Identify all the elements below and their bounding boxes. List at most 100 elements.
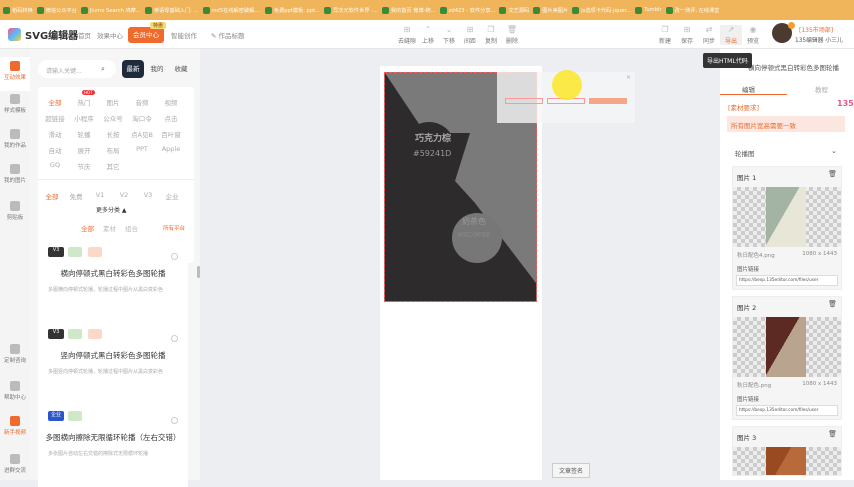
image-url-input[interactable]: https://bexp.135editor.com/files/user (736, 405, 838, 416)
app-logo[interactable]: SVG编辑器 (8, 27, 78, 42)
bookmark[interactable]: 微信公众平台 (36, 6, 77, 14)
tool-right-1[interactable]: ⊞ 保存 (676, 25, 698, 45)
platform-select[interactable]: 所有平台 (163, 224, 185, 232)
tab-favorites[interactable]: 收藏 (170, 60, 192, 78)
bookmark[interactable]: js选项卡代码-jquer... (572, 6, 631, 14)
category-16[interactable]: 展开 (69, 145, 99, 155)
nav-effects[interactable]: 效果中心 (97, 30, 123, 40)
sidebar-item-8[interactable]: 进群交流 (0, 454, 30, 474)
category-0[interactable]: 全部 (40, 97, 70, 107)
bookmark[interactable]: 图片美图片 (533, 6, 568, 14)
bookmark[interactable]: 免费ppt模板, ppt... (264, 6, 320, 14)
sidebar-item-3[interactable]: 我的图片 (0, 164, 30, 184)
category-12[interactable]: 长按 (98, 129, 128, 139)
category-18[interactable]: PPT (127, 145, 157, 153)
info-icon[interactable] (171, 335, 178, 342)
bookmark[interactable]: 英语零基础入门: ... (144, 6, 199, 14)
filter-1[interactable]: 素材 (103, 223, 116, 233)
filter-2[interactable]: 组合 (125, 223, 138, 233)
category-19[interactable]: Apple (156, 145, 186, 153)
chevron-down-icon[interactable]: ⌄ (831, 147, 837, 155)
bookmark[interactable]: 文艺源码 (499, 6, 529, 14)
category-1[interactable]: 热门 (69, 97, 99, 107)
bookmark[interactable]: zd423 - 软件分享... (439, 6, 495, 14)
search-icon[interactable]: ⌕ (101, 65, 105, 74)
tool-right-4[interactable]: ◉ 预览 (742, 25, 764, 45)
tool-right-0[interactable]: ❐ 新建 (654, 25, 676, 45)
signature-button[interactable]: 文章签名 (552, 463, 591, 478)
popup-option[interactable] (505, 98, 543, 104)
close-icon[interactable]: × (626, 74, 631, 81)
sidebar-item-4[interactable]: 剪贴板 (0, 201, 30, 221)
sidebar-item-7[interactable]: 新手视频 (0, 416, 30, 436)
info-icon[interactable] (171, 253, 178, 260)
effect-card[interactable]: V3 竖向停顿式黑白转彩色多图轮播 多图竖向停顿式轮播，轮播过程中图片从黑白变彩色 (38, 323, 188, 405)
category-10[interactable]: 滑动 (40, 129, 70, 139)
filter-0[interactable]: 全部 (81, 223, 94, 233)
image-preview[interactable] (733, 447, 841, 475)
level-4[interactable]: V3 (136, 191, 160, 199)
tool-right-2[interactable]: ⇄ 同步 (698, 25, 720, 45)
bookmark[interactable]: 我的首页 微博-随... (381, 6, 436, 14)
popup-option[interactable] (589, 98, 627, 104)
tool-3[interactable]: ⊞ 间距 (459, 25, 481, 45)
sidebar-item-5[interactable]: 定制咨询 (0, 344, 30, 364)
level-2[interactable]: V1 (88, 191, 112, 199)
nav-smart[interactable]: 智能创作 (171, 30, 197, 40)
tool-right-3[interactable]: ↗ 导出 (720, 25, 742, 45)
tool-2[interactable]: ⌄ 下移 (438, 25, 460, 45)
category-22[interactable]: 其它 (98, 161, 128, 171)
category-11[interactable]: 轮播 (69, 129, 99, 139)
bookmark[interactable]: 异次元软件世界 -... (324, 6, 378, 14)
bookmark[interactable]: md5在线解密破解,... (202, 6, 261, 14)
level-1[interactable]: 免费 (64, 191, 88, 201)
tool-5[interactable]: 🗑 删除 (501, 25, 523, 45)
category-15[interactable]: 自动 (40, 145, 70, 155)
level-3[interactable]: V2 (112, 191, 136, 199)
tool-1[interactable]: ⌃ 上移 (417, 25, 439, 45)
bookmark[interactable]: 稻码转换 (3, 6, 33, 14)
sidebar-item-6[interactable]: 帮助中心 (0, 381, 30, 401)
effect-card[interactable]: 企业 多图横向擦除无限循环轮播（左右交错） 多张图片自动左右交错的擦除式无限循环轮播 (38, 405, 188, 487)
image-preview[interactable] (733, 187, 841, 247)
tab-edit[interactable]: 编辑 (742, 84, 755, 94)
sidebar-item-1[interactable]: 样式模板 (0, 94, 30, 114)
tool-4[interactable]: ❐ 复制 (480, 25, 502, 45)
trash-icon[interactable]: 🗑 (828, 300, 837, 308)
title-edit[interactable]: ✎ 作品标题 (211, 30, 245, 40)
level-5[interactable]: 企业 (160, 191, 184, 201)
trash-icon[interactable]: 🗑 (828, 170, 837, 178)
category-8[interactable]: 淘口令 (127, 113, 157, 123)
bookmark[interactable]: 孜一测评, 在线课堂 (665, 6, 719, 14)
image-preview[interactable] (733, 317, 841, 377)
category-13[interactable]: 点A见B (127, 129, 157, 139)
more-categories[interactable]: 更多分类 ▲ (96, 205, 127, 214)
bookmark[interactable]: Tumblr (634, 6, 662, 14)
category-2[interactable]: 图片 (98, 97, 128, 107)
category-5[interactable]: 超链接 (40, 113, 70, 123)
effect-card[interactable]: V3 横向停顿式黑白转彩色多图轮播 多图横向停顿式轮播，轮播过程中图片从黑白变彩色 (38, 241, 188, 323)
bookmark[interactable]: Jiumo Search 鸠摩... (80, 6, 141, 14)
tab-latest[interactable]: 最新 (122, 60, 144, 78)
category-4[interactable]: 视频 (156, 97, 186, 107)
category-21[interactable]: 节庆 (69, 161, 99, 171)
tab-mine[interactable]: 我的 (146, 60, 168, 78)
level-0[interactable]: 全部 (40, 191, 64, 201)
sidebar-item-2[interactable]: 我的作品 (0, 129, 30, 149)
sidebar-item-0[interactable]: 互动效果 (0, 57, 30, 91)
tool-0[interactable]: ⊞ 去缝隙 (396, 25, 418, 45)
scrollbar[interactable] (197, 266, 200, 278)
category-7[interactable]: 公众号 (98, 113, 128, 123)
trash-icon[interactable]: 🗑 (828, 430, 837, 438)
category-20[interactable]: GQ (40, 161, 70, 169)
image-url-input[interactable]: https://bexp.135editor.com/files/user (736, 275, 838, 286)
info-icon[interactable] (171, 417, 178, 424)
category-17[interactable]: 布局 (98, 145, 128, 155)
tab-tutorial[interactable]: 教程 (815, 84, 828, 94)
vip-center-button[interactable]: 会员中心 (128, 27, 164, 43)
category-3[interactable]: 音频 (127, 97, 157, 107)
nav-home[interactable]: 首页 (78, 30, 91, 40)
category-6[interactable]: 小程序 (69, 113, 99, 123)
category-14[interactable]: 百叶窗 (156, 129, 186, 139)
category-9[interactable]: 点击 (156, 113, 186, 123)
